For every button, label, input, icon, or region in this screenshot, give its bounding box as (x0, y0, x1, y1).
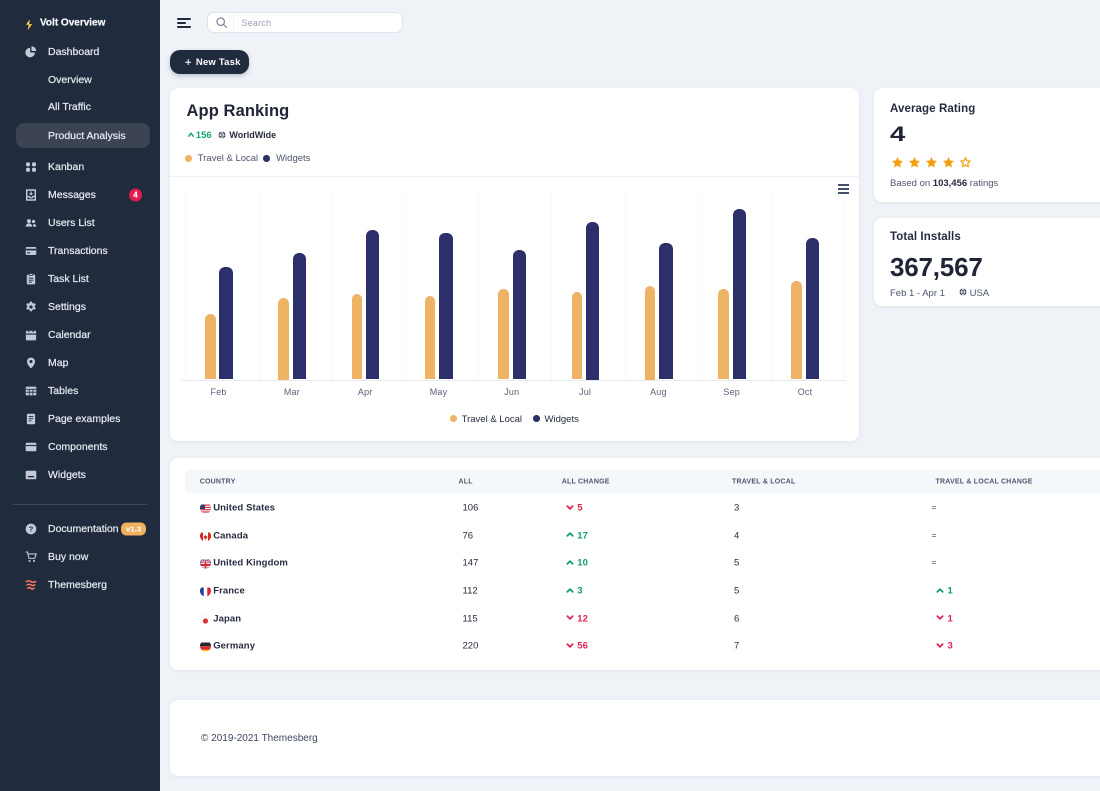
svg-text:?: ? (29, 524, 34, 533)
